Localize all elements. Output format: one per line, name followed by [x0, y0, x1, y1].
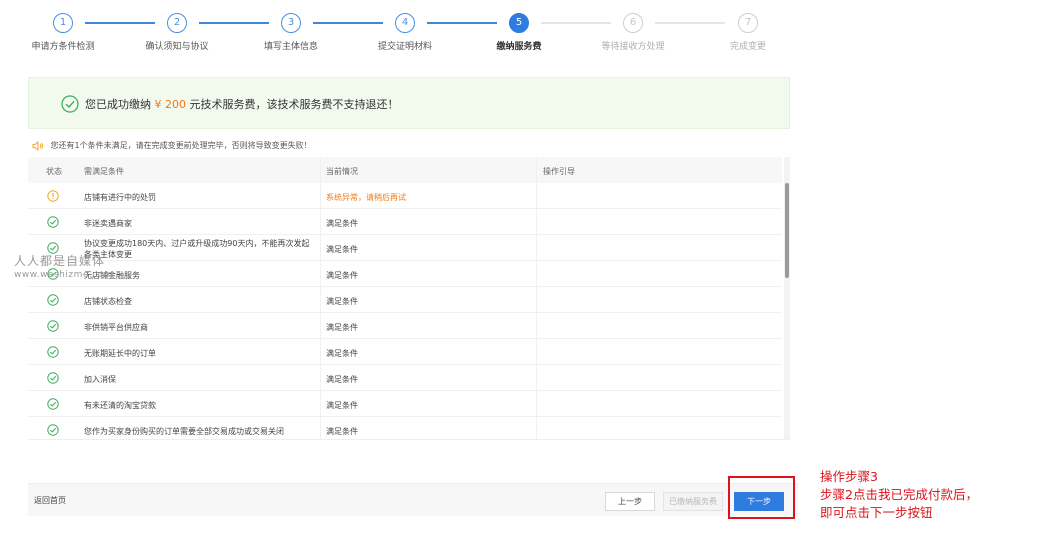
check-circle-icon [47, 320, 59, 332]
step-connector [199, 22, 269, 24]
condition-text: 店铺有进行中的处罚 [84, 193, 156, 202]
step-connector [655, 22, 725, 24]
tutorial-annotation: 操作步骤3 步骤2点击我已完成付款后， 即可点击下一步按钮 [820, 468, 978, 522]
current-status-text: 满足条件 [326, 427, 358, 436]
step-connector [313, 22, 383, 24]
header-guide: 操作引导 [543, 167, 575, 176]
condition-text: 有未还清的淘宝贷款 [84, 401, 156, 410]
warning-circle-icon [47, 190, 59, 202]
condition-text: 非迷卖遇商家 [84, 219, 132, 228]
current-status-text: 满足条件 [326, 245, 358, 254]
check-circle-icon [47, 216, 59, 228]
header-condition: 需满足条件 [84, 167, 124, 176]
paid-amount: ¥ 200 [154, 98, 187, 111]
table-row: 店铺有进行中的处罚 系统异常，请稍后再试 [28, 183, 782, 209]
step-number: 5 [509, 13, 529, 33]
warning-text: 您还有1个条件未满足，请在完成变更前处理完毕，否则将导致变更失败！ [50, 141, 312, 150]
check-circle-icon [47, 294, 59, 306]
next-button-highlight [728, 476, 795, 519]
header-status: 状态 [46, 167, 62, 176]
step-number: 7 [738, 13, 758, 33]
step-label: 申请方条件检测 [31, 42, 95, 52]
annotation-line-2: 步骤2点击我已完成付款后， [820, 487, 978, 502]
unmet-condition-warning: 您还有1个条件未满足，请在完成变更前处理完毕，否则将导致变更失败！ [32, 140, 312, 154]
table-row: 店铺状态检查 满足条件 [28, 287, 782, 313]
table-row: 加入消保 满足条件 [28, 365, 782, 391]
current-status-text: 满足条件 [326, 323, 358, 332]
step-connector [427, 22, 497, 24]
table-row: 无店铺金融服务 满足条件 [28, 261, 782, 287]
conditions-table: 状态 需满足条件 当前情况 操作引导 店铺有进行中的处罚 系统异常，请稍后再试 … [28, 157, 790, 440]
step-connector [85, 22, 155, 24]
success-prefix: 您已成功缴纳 [85, 98, 151, 111]
table-row: 非供销平台供应商 满足条件 [28, 313, 782, 339]
step-label: 填写主体信息 [263, 42, 318, 52]
step-number: 3 [281, 13, 301, 33]
current-status-text: 满足条件 [326, 297, 358, 306]
step-label: 提交证明材料 [377, 42, 432, 52]
check-circle-icon [47, 398, 59, 410]
condition-text: 店铺状态检查 [84, 297, 132, 306]
table-row: 无账期延长中的订单 满足条件 [28, 339, 782, 365]
check-circle-icon [47, 346, 59, 358]
step-number: 4 [395, 13, 415, 33]
current-status-text: 满足条件 [326, 375, 358, 384]
condition-text: 加入消保 [84, 375, 116, 384]
step-label: 确认须知与协议 [145, 42, 209, 52]
table-row: 协议变更成功180天内、过户或升级成功90天内，不能再次发起各类主体变更 满足条… [28, 235, 782, 261]
condition-text: 协议变更成功180天内、过户或升级成功90天内，不能再次发起各类主体变更 [84, 239, 310, 259]
table-row: 非迷卖遇商家 满足条件 [28, 209, 782, 235]
payment-success-banner: 您已成功缴纳 ¥ 200 元技术服务费，该技术服务费不支持退还！ [28, 77, 790, 129]
table-scrollbar-thumb[interactable] [785, 183, 789, 278]
speaker-icon [32, 140, 43, 151]
step-connector [541, 22, 611, 24]
paid-service-fee-button: 已缴纳服务费 [663, 492, 723, 511]
current-status-text: 满足条件 [326, 401, 358, 410]
progress-stepper: 1 申请方条件检测 2 确认须知与协议 3 填写主体信息 4 提交证明材料 5 … [0, 10, 800, 55]
check-circle-icon [47, 424, 59, 436]
step-number: 1 [53, 13, 73, 33]
check-circle-icon [61, 95, 79, 113]
step-number: 6 [623, 13, 643, 33]
step-number: 2 [167, 13, 187, 33]
check-circle-icon [47, 372, 59, 384]
success-message: 您已成功缴纳 ¥ 200 元技术服务费，该技术服务费不支持退还！ [85, 96, 399, 112]
condition-text: 无账期延长中的订单 [84, 349, 156, 358]
condition-text: 非供销平台供应商 [84, 323, 148, 332]
step-label: 缴纳服务费 [496, 42, 542, 52]
current-status-text: 满足条件 [326, 219, 358, 228]
back-home-link[interactable]: 返回首页 [34, 495, 66, 506]
annotation-line-3: 即可点击下一步按钮 [820, 505, 933, 520]
header-current: 当前情况 [326, 167, 358, 176]
success-suffix: 元技术服务费，该技术服务费不支持退还！ [189, 98, 399, 111]
annotation-line-1: 操作步骤3 [820, 469, 878, 484]
step-label: 等待接收方处理 [601, 42, 665, 52]
action-footer: 返回首页 上一步 已缴纳服务费 下一步 [28, 483, 798, 516]
watermark: 人人都是自媒体 www.woshizme.com [14, 252, 113, 280]
previous-step-button[interactable]: 上一步 [605, 492, 655, 511]
current-status-text: 系统异常，请稍后再试 [326, 193, 406, 202]
table-row: 您作为买家身份购买的订单需要全部交易成功或交易关闭 满足条件 [28, 417, 782, 439]
condition-text: 您作为买家身份购买的订单需要全部交易成功或交易关闭 [84, 427, 284, 436]
table-header: 状态 需满足条件 当前情况 操作引导 [28, 157, 782, 183]
watermark-cn: 人人都是自媒体 [14, 254, 106, 268]
condition-text: 无店铺金融服务 [84, 271, 140, 280]
current-status-text: 满足条件 [326, 349, 358, 358]
current-status-text: 满足条件 [326, 271, 358, 280]
watermark-en: www.woshizme.com [14, 270, 113, 280]
table-row: 有未还清的淘宝贷款 满足条件 [28, 391, 782, 417]
step-label: 完成变更 [729, 42, 766, 52]
